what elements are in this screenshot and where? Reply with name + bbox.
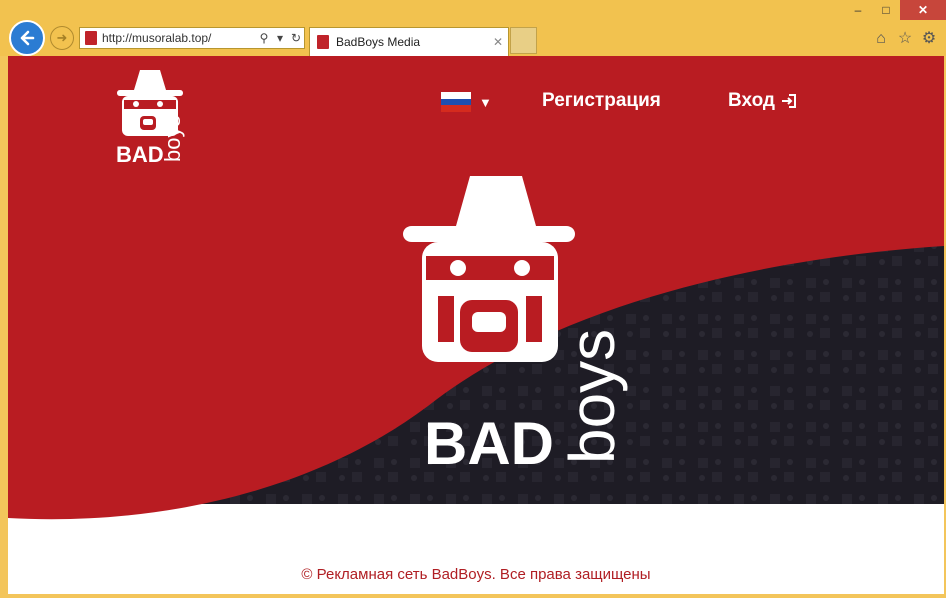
window-controls: – □ ✕ [844,0,946,22]
search-icon[interactable]: ⚲ [256,31,272,45]
tab-title: BadBoys Media [336,35,421,49]
site-favicon-icon [85,31,97,45]
dropdown-icon[interactable]: ▾ [272,31,288,45]
new-tab-button[interactable] [510,27,537,54]
caret-down-icon: ▼ [479,94,492,110]
arrow-left-icon [20,30,35,46]
login-link[interactable]: Вход [728,90,797,112]
language-selector[interactable]: ▼ [441,92,492,113]
close-button[interactable]: ✕ [900,0,946,20]
browser-window: – □ ✕ ➜ http://musoralab.top/ ⚲ ▾ ↻ BadB… [0,0,946,598]
favorites-star-icon[interactable]: ☆ [896,30,914,48]
tab-close-icon[interactable]: ✕ [488,35,508,49]
gear-icon[interactable]: ⚙ [920,30,938,48]
maximize-button[interactable]: □ [872,0,900,20]
footer-copyright: © Рекламная сеть BadBoys. Все права защи… [301,566,651,583]
hero-background: BAD boys BAD boys [8,56,944,520]
arrow-right-icon: ➜ [56,30,68,45]
hero-bad-text: BAD [424,410,554,477]
register-link[interactable]: Регистрация [542,90,661,112]
tab-badboys[interactable]: BadBoys Media ✕ [309,27,509,56]
back-button[interactable] [9,20,45,56]
forward-button[interactable]: ➜ [50,26,74,50]
hero-boys-text: boys [556,329,628,464]
minimize-button[interactable]: – [844,0,872,20]
logo-bad-text: BAD [116,142,164,167]
browser-toolbar: ⌂ ☆ ⚙ [872,30,938,48]
russia-flag-icon [441,92,471,113]
tab-favicon-icon [317,35,329,49]
home-icon[interactable]: ⌂ [872,30,890,48]
address-bar[interactable]: http://musoralab.top/ ⚲ ▾ ↻ [79,27,305,49]
refresh-icon[interactable]: ↻ [288,31,304,45]
page-viewport: BAD boys BAD boys ▼ Регистрация Вход © Р… [8,56,944,594]
logo-boys-text: boys [160,116,185,162]
sign-in-icon [781,94,796,108]
browser-titlebar: – □ ✕ ➜ http://musoralab.top/ ⚲ ▾ ↻ BadB… [0,0,946,56]
address-input[interactable]: http://musoralab.top/ [102,31,256,45]
login-label: Вход [728,90,775,111]
